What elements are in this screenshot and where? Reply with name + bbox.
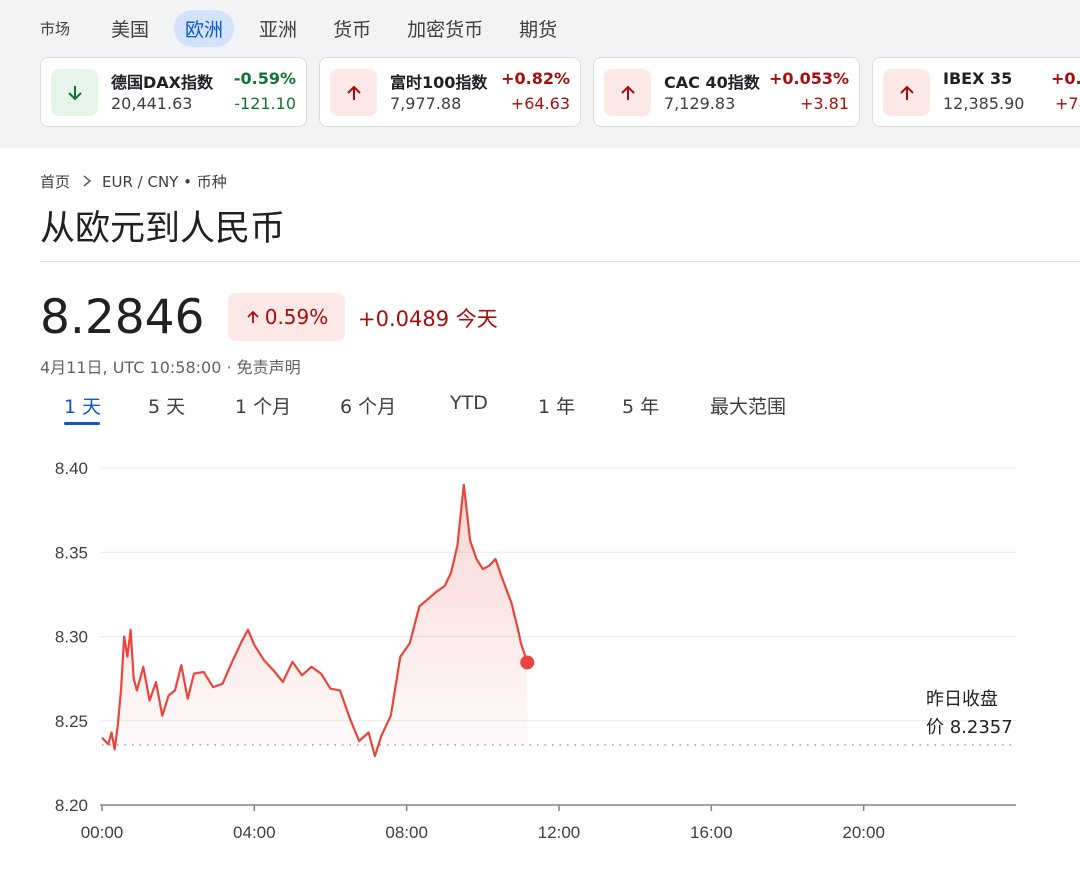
range-tab-5y[interactable]: 5 年 [622, 392, 659, 419]
ticker-name: 德国DAX指数 [111, 73, 214, 92]
previous-close-annotation: 昨日收盘 价 8.2357 [926, 686, 1013, 742]
current-price: 8.2846 [40, 290, 205, 345]
price-chart[interactable]: 8.40 8.35 8.30 8.25 8.20 00:00 04:00 08:00 12:00… [0, 440, 1080, 875]
price-chart-svg: 8.40 8.35 8.30 8.25 8.20 00:00 04:00 08:00 12:00… [55, 459, 1016, 842]
divider [40, 261, 1080, 262]
y-tick-label: 8.30 [55, 628, 88, 647]
tab-crypto[interactable]: 加密货币 [396, 10, 494, 47]
abs-change: +0.0489 今天 [358, 307, 498, 331]
tab-europe[interactable]: 欧洲 [174, 9, 235, 47]
arrow-down-icon [51, 69, 98, 116]
active-tab-underline [64, 422, 100, 425]
pct-change-value: 0.59% [264, 305, 329, 329]
ticker-card-cac[interactable]: CAC 40指数 7,129.83 +0.053% +3.81 [593, 57, 860, 127]
y-tick-label: 8.25 [55, 712, 88, 731]
quote-timestamp: 4月11日, UTC 10:58:00 · 免责声明 [40, 358, 301, 377]
ticker-price: 7,977.88 [390, 94, 462, 113]
arrow-up-icon [883, 69, 930, 116]
market-nav: 市场 美国 欧洲 亚洲 货币 加密货币 期货 [40, 9, 582, 47]
x-tick-label: 04:00 [233, 823, 276, 842]
range-tab-5d[interactable]: 5 天 [148, 392, 185, 419]
breadcrumb-home[interactable]: 首页 [40, 171, 70, 192]
ticker-price: 7,129.83 [664, 94, 736, 113]
pct-change-badge: 0.59% [228, 293, 345, 341]
x-tick-label: 08:00 [385, 823, 428, 842]
x-tick-label: 20:00 [842, 823, 885, 842]
ticker-change: +64.63 [510, 94, 570, 113]
top-band: 市场 美国 欧洲 亚洲 货币 加密货币 期货 德国DAX指数 20,441.63… [0, 0, 1080, 148]
x-tick-label: 16:00 [690, 823, 733, 842]
ticker-card-dax[interactable]: 德国DAX指数 20,441.63 -0.59% -121.10 [40, 57, 307, 127]
range-tab-6m[interactable]: 6 个月 [340, 392, 396, 419]
range-tab-max[interactable]: 最大范围 [710, 392, 786, 419]
range-tab-ytd[interactable]: YTD [450, 392, 488, 414]
ticker-pct: +0.053% [768, 69, 849, 88]
x-tick-label: 12:00 [538, 823, 581, 842]
y-tick-label: 8.35 [55, 543, 88, 562]
range-tab-1m[interactable]: 1 个月 [235, 392, 291, 419]
ticker-pct: -0.59% [233, 69, 296, 88]
chevron-right-icon [82, 173, 92, 191]
y-tick-label: 8.20 [55, 796, 88, 815]
ticker-name: 富时100指数 [390, 73, 488, 92]
ticker-pct: +0.6 [1051, 69, 1080, 88]
ticker-price: 12,385.90 [943, 94, 1025, 113]
breadcrumb-current: EUR / CNY • 币种 [102, 173, 227, 191]
ticker-change: +3.81 [799, 94, 849, 113]
ticker-card-ibex[interactable]: IBEX 35 12,385.90 +0.6 +78 [872, 57, 1080, 127]
previous-close-label: 昨日收盘 [926, 689, 998, 710]
ticker-name: IBEX 35 [943, 69, 1013, 88]
arrow-up-icon [330, 69, 377, 116]
tab-us[interactable]: 美国 [100, 10, 160, 47]
current-price-dot [520, 655, 535, 670]
tab-asia[interactable]: 亚洲 [248, 10, 308, 47]
ticker-change: -121.10 [234, 94, 296, 113]
ticker-row: 德国DAX指数 20,441.63 -0.59% -121.10 富时100指数… [40, 57, 1080, 127]
arrow-up-icon [247, 310, 259, 323]
arrow-up-icon [604, 69, 651, 116]
tab-currencies[interactable]: 货币 [322, 10, 382, 47]
series-area [102, 484, 528, 757]
tab-futures[interactable]: 期货 [508, 10, 568, 47]
ticker-change: +78 [1055, 94, 1080, 113]
ticker-card-ftse[interactable]: 富时100指数 7,977.88 +0.82% +64.63 [319, 57, 581, 127]
x-tick-label: 00:00 [81, 823, 124, 842]
page-title: 从欧元到人民币 [40, 209, 286, 249]
previous-close-value: 价 8.2357 [926, 717, 1013, 738]
ticker-price: 20,441.63 [111, 94, 193, 113]
ticker-name: CAC 40指数 [664, 73, 760, 92]
breadcrumb: 首页 EUR / CNY • 币种 [40, 171, 227, 192]
range-tab-1d[interactable]: 1 天 [64, 392, 101, 419]
range-tab-1y[interactable]: 1 年 [538, 392, 575, 419]
y-tick-label: 8.40 [55, 459, 88, 478]
market-nav-label: 市场 [40, 19, 71, 38]
ticker-pct: +0.82% [501, 69, 570, 88]
